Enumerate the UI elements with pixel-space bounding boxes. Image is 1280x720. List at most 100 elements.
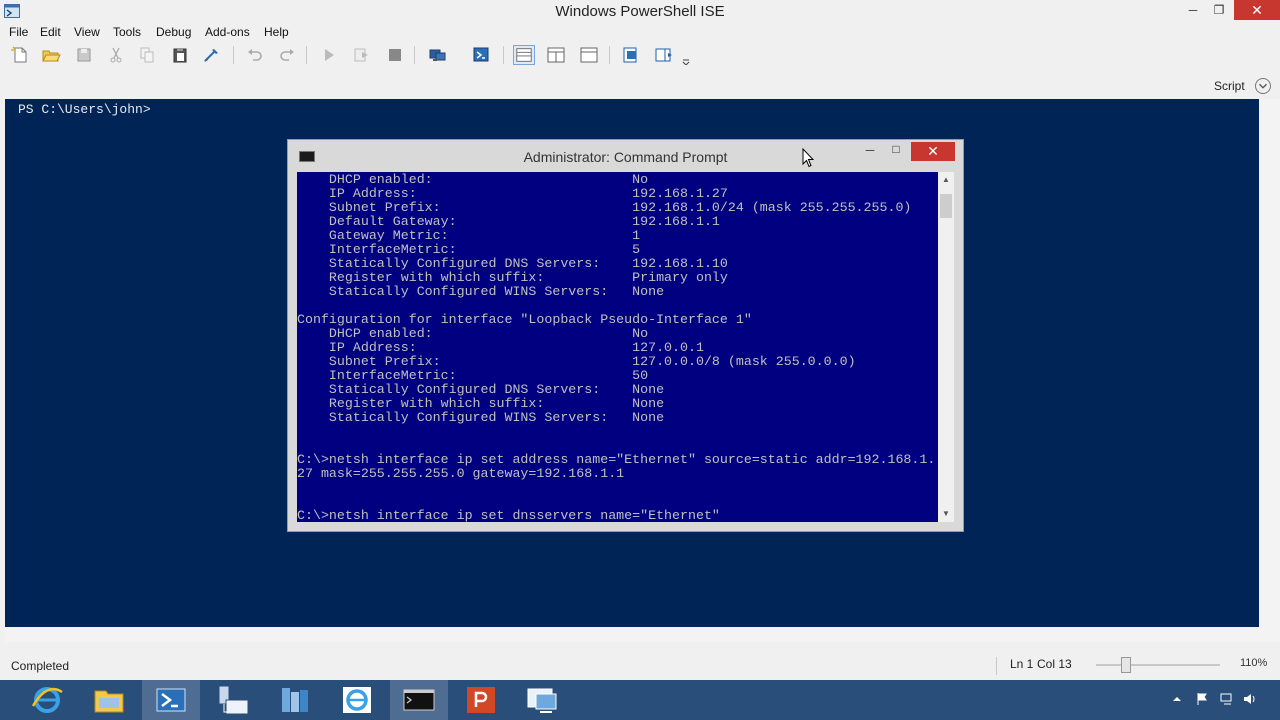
scroll-up-arrow-icon[interactable]: ▲ [938,172,954,188]
cmd-output-line: Statically Configured DNS Servers: None [297,382,665,397]
title-bar[interactable]: Windows PowerShell ISE ─ ❐ ✕ [0,0,1280,24]
cmd-output-line: Statically Configured WINS Servers: None [297,284,665,299]
cmd-output-line: Subnet Prefix: 127.0.0.0/8 (mask 255.0.0… [297,354,856,369]
status-bar: Completed Ln 1 Col 13 110% [0,651,1280,681]
new-file-icon[interactable] [9,45,31,65]
scroll-down-arrow-icon[interactable]: ▼ [938,506,954,522]
menu-bar: File Edit View Tools Debug Add-ons Help [0,24,1280,42]
taskbar [0,680,1280,720]
toolbar-separator [609,46,610,64]
script-pane-header: Script [0,72,1280,98]
stop-icon[interactable] [384,45,406,65]
toolbar [0,42,1280,68]
toolbar-separator [306,46,307,64]
cmd-output-line: DHCP enabled: No [297,172,649,187]
toolbar-separator [503,46,504,64]
clear-console-icon[interactable] [200,45,222,65]
redo-icon[interactable] [276,45,298,65]
menu-edit[interactable]: Edit [40,25,61,39]
taskbar-powerpoint[interactable] [452,680,510,720]
cursor-line: Ln 1 [1010,657,1034,671]
window-title: Windows PowerShell ISE [555,3,725,20]
remote-desktop-icon [527,688,557,713]
taskbar-remote-desktop[interactable] [514,680,572,720]
cmd-minimize-button[interactable]: ─ [860,143,880,159]
taskbar-internet-explorer[interactable] [18,680,76,720]
script-pane-top-icon[interactable] [513,45,535,65]
menu-debug[interactable]: Debug [156,25,191,39]
show-hidden-icons-icon[interactable] [1172,694,1182,704]
run-script-icon[interactable] [318,45,340,65]
ie-icon [343,687,371,713]
close-button[interactable]: ✕ [1234,0,1280,20]
powershell-prompt: PS C:\Users\john> [18,102,151,117]
taskbar-powershell[interactable] [142,680,200,720]
show-addon-icon[interactable] [653,45,675,65]
taskbar-internet-explorer-2[interactable] [328,680,386,720]
command-prompt-output[interactable]: DHCP enabled: No IP Address: 192.168.1.2… [297,172,938,522]
script-pane-right-icon[interactable] [545,45,567,65]
show-command-icon[interactable] [620,45,642,65]
taskbar-server-manager[interactable] [266,680,324,720]
cmd-output-line: Subnet Prefix: 192.168.1.0/24 (mask 255.… [297,200,912,215]
cmd-output-line: Statically Configured DNS Servers: 192.1… [297,256,728,271]
menu-file[interactable]: File [9,25,28,39]
start-powershell-icon[interactable] [470,45,492,65]
cmd-output-line: C:\>netsh interface ip set address name=… [297,452,936,467]
console-vertical-scrollbar[interactable] [1259,99,1280,642]
paste-icon[interactable] [169,45,191,65]
taskbar-network[interactable] [204,680,262,720]
menu-addons[interactable]: Add-ons [205,25,250,39]
zoom-slider[interactable] [1121,657,1131,673]
mouse-pointer-icon [802,148,814,168]
zoom-level: 110% [1240,657,1268,669]
status-separator [996,657,997,675]
action-center-flag-icon[interactable] [1196,692,1208,706]
zoom-slider-track[interactable] [1096,664,1220,666]
cut-icon[interactable] [105,45,127,65]
cmd-maximize-button[interactable]: □ [886,142,906,158]
menu-tools[interactable]: Tools [113,25,141,39]
powershell-ise-window: Windows PowerShell ISE ─ ❐ ✕ File Edit V… [0,0,1280,720]
cmd-output-line: Default Gateway: 192.168.1.1 [297,214,720,229]
cmd-icon [403,689,435,711]
minimize-button[interactable]: ─ [1180,0,1206,20]
cursor-column: Col 13 [1037,657,1072,671]
cmd-close-button[interactable]: ✕ [911,142,955,161]
cmd-output-line: 27 mask=255.255.255.0 gateway=192.168.1.… [297,466,625,481]
status-text: Completed [11,659,70,673]
expand-script-pane-icon[interactable] [1255,78,1271,94]
toolbar-separator [414,46,415,64]
powershell-icon [156,688,186,712]
script-pane-maximized-icon[interactable] [578,45,600,65]
cmd-vertical-scrollbar[interactable]: ▲ ▼ [938,172,954,522]
open-folder-icon[interactable] [40,45,62,65]
cmd-output-line: IP Address: 127.0.0.1 [297,340,704,355]
cmd-output-line: Statically Configured WINS Servers: None [297,410,665,425]
taskbar-command-prompt[interactable] [390,680,448,720]
undo-icon[interactable] [244,45,266,65]
run-selection-icon[interactable] [350,45,372,65]
cmd-output-line: Register with which suffix: None [297,396,665,411]
console-horizontal-scrollbar[interactable] [5,627,1259,642]
network-computer-icon [218,685,249,715]
network-icon[interactable] [1219,692,1235,706]
taskbar-file-explorer[interactable] [80,680,138,720]
cmd-output-line: IP Address: 192.168.1.27 [297,186,728,201]
restore-button[interactable]: ❐ [1206,0,1232,20]
toolbar-overflow-icon[interactable] [678,45,694,65]
save-icon[interactable] [73,45,95,65]
show-script-pane-label[interactable]: Script [1214,79,1245,93]
cmd-output-line: Configuration for interface "Loopback Ps… [297,312,752,327]
cmd-output-line: DHCP enabled: No [297,326,649,341]
volume-icon[interactable] [1242,692,1258,706]
command-prompt-title-bar[interactable]: Administrator: Command Prompt ─ □ ✕ [288,140,963,172]
scroll-thumb[interactable] [940,194,952,218]
server-manager-icon [282,688,308,712]
menu-view[interactable]: View [74,25,100,39]
command-prompt-window[interactable]: Administrator: Command Prompt ─ □ ✕ DHCP… [287,139,964,532]
powerpoint-icon [467,687,495,713]
copy-icon[interactable] [136,45,158,65]
new-remote-tab-icon[interactable] [426,45,448,65]
menu-help[interactable]: Help [264,25,289,39]
